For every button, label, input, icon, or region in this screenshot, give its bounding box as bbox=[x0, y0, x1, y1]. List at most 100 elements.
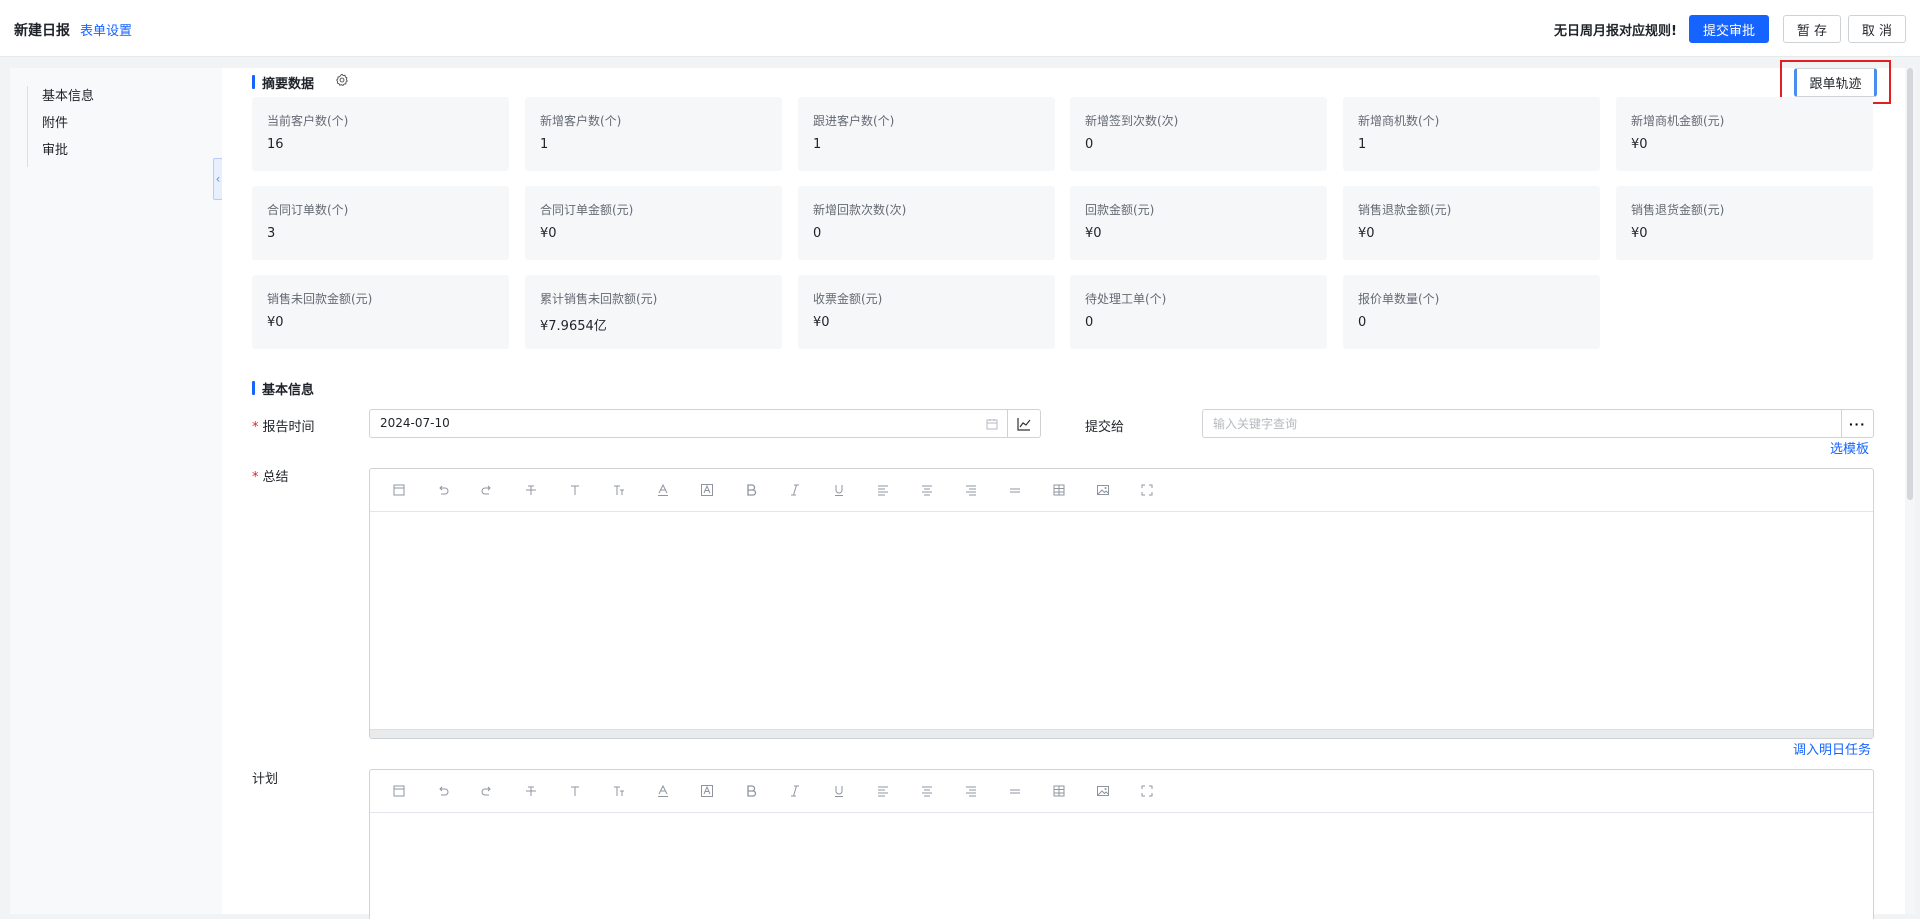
align-left-icon[interactable] bbox=[874, 782, 892, 800]
image-icon[interactable] bbox=[1094, 481, 1112, 499]
stat-label: 销售退货金额(元) bbox=[1631, 203, 1725, 217]
stat-card-cumulative-unpaid: 累计销售未回款额(元) ¥7.9654亿 bbox=[525, 275, 782, 349]
undo-icon[interactable] bbox=[434, 481, 452, 499]
stat-value: ¥0 bbox=[813, 315, 830, 330]
more-options-button[interactable]: ··· bbox=[1841, 409, 1874, 438]
page-title: 新建日报 bbox=[14, 23, 70, 39]
submit-approval-button[interactable]: 提交审批 bbox=[1689, 15, 1769, 43]
save-draft-button[interactable]: 暂 存 bbox=[1783, 15, 1841, 43]
stat-card-refund-amount: 销售退款金额(元) ¥0 bbox=[1343, 186, 1600, 260]
bold-icon[interactable] bbox=[742, 481, 760, 499]
stat-card-new-payments: 新增回款次数(次) 0 bbox=[798, 186, 1055, 260]
align-center-icon[interactable] bbox=[918, 481, 936, 499]
submit-to-input[interactable] bbox=[1202, 409, 1842, 438]
stat-card-quotations: 报价单数量(个) 0 bbox=[1343, 275, 1600, 349]
stat-card-return-amount: 销售退货金额(元) ¥0 bbox=[1616, 186, 1873, 260]
stat-card-new-opportunities: 新增商机数(个) 1 bbox=[1343, 97, 1600, 171]
underline-icon[interactable] bbox=[830, 481, 848, 499]
stat-label: 当前客户数(个) bbox=[267, 114, 349, 128]
italic-icon[interactable] bbox=[786, 481, 804, 499]
redo-icon[interactable] bbox=[478, 481, 496, 499]
stat-value: ¥7.9654亿 bbox=[540, 319, 607, 334]
summary-rich-text-editor[interactable] bbox=[369, 468, 1874, 739]
select-template-link[interactable]: 选模板 bbox=[1830, 438, 1869, 457]
follow-trail-button[interactable]: 跟单轨迹 bbox=[1794, 68, 1877, 97]
image-icon[interactable] bbox=[1094, 782, 1112, 800]
vertical-scrollbar[interactable] bbox=[1905, 68, 1915, 914]
fullscreen-icon[interactable] bbox=[1138, 481, 1156, 499]
strikethrough-icon[interactable] bbox=[522, 481, 540, 499]
stat-card-followed-customers: 跟进客户数(个) 1 bbox=[798, 97, 1055, 171]
table-icon[interactable] bbox=[1050, 782, 1068, 800]
highlight-color-icon[interactable] bbox=[698, 481, 716, 499]
stat-card-current-customers: 当前客户数(个) 16 bbox=[252, 97, 509, 171]
editor-toolbar bbox=[370, 469, 1873, 512]
redo-icon[interactable] bbox=[478, 782, 496, 800]
import-tomorrow-tasks-link[interactable]: 调入明日任务 bbox=[1793, 739, 1871, 758]
sidebar-item-approval[interactable]: 审批 bbox=[42, 140, 94, 167]
sidebar-item-basic-info[interactable]: 基本信息 bbox=[42, 86, 94, 113]
stat-label: 新增回款次数(次) bbox=[813, 203, 907, 217]
stat-card-pending-tickets: 待处理工单(个) 0 bbox=[1070, 275, 1327, 349]
top-bar: 新建日报 表单设置 无日周月报对应规则! 提交审批 暂 存 取 消 bbox=[0, 0, 1920, 57]
fullscreen-icon[interactable] bbox=[1138, 782, 1156, 800]
underline-icon[interactable] bbox=[830, 782, 848, 800]
required-mark: * bbox=[252, 420, 259, 435]
font-color-icon[interactable] bbox=[654, 481, 672, 499]
plan-field-label: 计划 bbox=[252, 772, 279, 787]
plan-rich-text-editor[interactable] bbox=[369, 769, 1874, 919]
align-right-icon[interactable] bbox=[962, 782, 980, 800]
align-center-icon[interactable] bbox=[918, 782, 936, 800]
summary-field-label: * 总结 bbox=[252, 466, 289, 485]
sidebar-item-attachments[interactable]: 附件 bbox=[42, 113, 94, 140]
summary-field-label-text: 总结 bbox=[262, 470, 289, 485]
format-painter-icon[interactable] bbox=[390, 481, 408, 499]
stat-value: ¥0 bbox=[267, 315, 284, 330]
stat-value: 1 bbox=[1358, 137, 1367, 152]
stat-card-new-customers: 新增客户数(个) 1 bbox=[525, 97, 782, 171]
table-icon[interactable] bbox=[1050, 481, 1068, 499]
report-date-picker[interactable]: 2024-07-10 bbox=[369, 409, 1008, 438]
stat-value: ¥0 bbox=[1085, 226, 1102, 241]
stat-label: 待处理工单(个) bbox=[1085, 292, 1167, 306]
stat-label: 合同订单金额(元) bbox=[540, 203, 634, 217]
justify-icon[interactable] bbox=[1006, 782, 1024, 800]
undo-icon[interactable] bbox=[434, 782, 452, 800]
align-left-icon[interactable] bbox=[874, 481, 892, 499]
font-size-icon[interactable] bbox=[566, 782, 584, 800]
italic-icon[interactable] bbox=[786, 782, 804, 800]
font-color-icon[interactable] bbox=[654, 782, 672, 800]
bold-icon[interactable] bbox=[742, 782, 760, 800]
cancel-button[interactable]: 取 消 bbox=[1848, 15, 1906, 43]
trend-chart-button[interactable] bbox=[1007, 409, 1041, 438]
stat-value: 0 bbox=[1085, 315, 1094, 330]
stat-value: 3 bbox=[267, 226, 276, 241]
highlight-color-icon[interactable] bbox=[698, 782, 716, 800]
basic-info-section-title: 基本信息 bbox=[252, 379, 314, 398]
scrollbar-thumb[interactable] bbox=[1907, 68, 1913, 500]
summary-section-title: 摘要数据 bbox=[252, 73, 314, 92]
sidebar: 基本信息 附件 审批 bbox=[10, 68, 222, 914]
stat-card-invoice-amount: 收票金额(元) ¥0 bbox=[798, 275, 1055, 349]
no-rule-notice: 无日周月报对应规则! bbox=[1554, 24, 1677, 39]
stat-label: 新增签到次数(次) bbox=[1085, 114, 1179, 128]
form-settings-link[interactable]: 表单设置 bbox=[80, 20, 132, 39]
stat-label: 新增商机金额(元) bbox=[1631, 114, 1725, 128]
stat-value: 0 bbox=[813, 226, 822, 241]
stat-label: 新增商机数(个) bbox=[1358, 114, 1440, 128]
stat-value: ¥0 bbox=[1631, 226, 1648, 241]
stat-card-new-opportunity-amount: 新增商机金额(元) ¥0 bbox=[1616, 97, 1873, 171]
text-size-icon[interactable] bbox=[610, 782, 628, 800]
stat-value: 1 bbox=[540, 137, 549, 152]
justify-icon[interactable] bbox=[1006, 481, 1024, 499]
sidebar-nav: 基本信息 附件 审批 bbox=[27, 86, 94, 167]
strikethrough-icon[interactable] bbox=[522, 782, 540, 800]
report-time-label-text: 报告时间 bbox=[262, 420, 315, 435]
text-size-icon[interactable] bbox=[610, 481, 628, 499]
format-painter-icon[interactable] bbox=[390, 782, 408, 800]
gear-icon[interactable] bbox=[335, 73, 349, 87]
editor-resize-bar[interactable] bbox=[370, 729, 1873, 738]
stat-label: 收票金额(元) bbox=[813, 292, 883, 306]
font-size-icon[interactable] bbox=[566, 481, 584, 499]
align-right-icon[interactable] bbox=[962, 481, 980, 499]
